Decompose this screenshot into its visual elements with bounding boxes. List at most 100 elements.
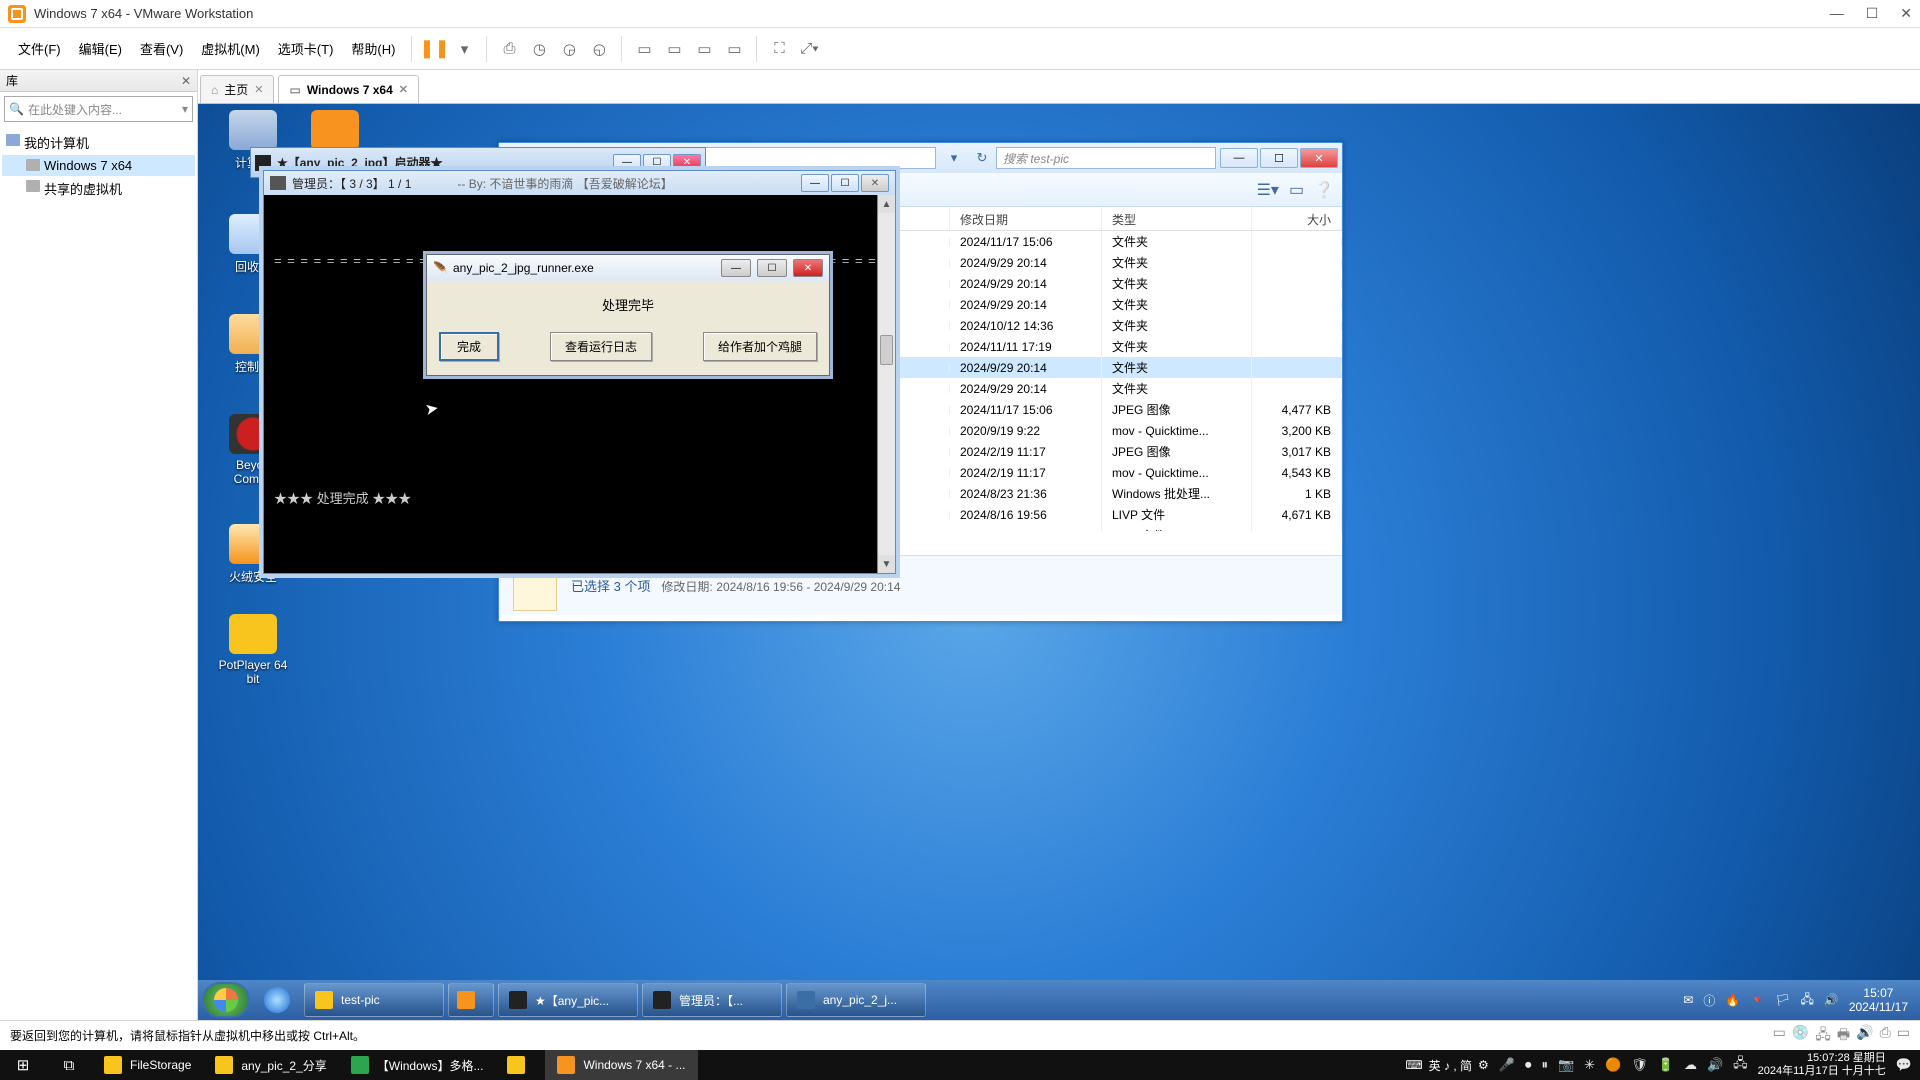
host-clock[interactable]: 15:07:28 星期日 2024年11月17日 十月十七 xyxy=(1758,1052,1886,1077)
console-maximize-button[interactable]: ☐ xyxy=(831,174,859,192)
taskbar-button[interactable]: ★【any_pic... xyxy=(498,983,638,1017)
explorer-search-input[interactable]: 搜索 test-pic xyxy=(996,147,1216,169)
refresh-icon[interactable]: ↻ xyxy=(968,147,996,169)
taskbar-button[interactable]: 管理员：【... xyxy=(642,983,782,1017)
tray-icon[interactable]: ✳ xyxy=(1584,1057,1595,1073)
host-taskbar-button[interactable]: any_pic_2_分享 xyxy=(203,1050,338,1080)
tray-volume-icon[interactable]: 🔊 xyxy=(1707,1057,1723,1073)
tray-icon[interactable]: ✉ xyxy=(1683,993,1693,1007)
host-taskbar-button[interactable]: Windows 7 x64 - ... xyxy=(545,1050,697,1080)
view-multi-icon[interactable]: ▭ xyxy=(660,35,688,63)
view-single-icon[interactable]: ▭ xyxy=(630,35,658,63)
host-start-button[interactable]: ⊞ xyxy=(0,1050,46,1080)
host-taskbar-button[interactable]: 【Windows】多格... xyxy=(339,1050,496,1080)
taskbar-button[interactable]: test-pic xyxy=(304,983,444,1017)
host-lang-indicator[interactable]: ⌨ 英 ♪ , 简 ⚙ xyxy=(1405,1057,1488,1074)
desktop-icon-potplayer[interactable]: PotPlayer 64 bit xyxy=(216,614,290,686)
pause-vm-icon[interactable]: ❚❚ xyxy=(420,35,448,63)
tray-icon[interactable]: 🏳 xyxy=(1775,993,1790,1007)
tray-icon[interactable]: 🔋 xyxy=(1658,1057,1674,1073)
help-icon[interactable]: ❔ xyxy=(1314,180,1334,200)
guest-systray[interactable]: ✉ ⓘ 🔥 🔻 🏳 🖧 🔊 15:07 2024/11/17 xyxy=(1675,986,1916,1015)
tab-vm-win7[interactable]: ▭Windows 7 x64✕ xyxy=(278,75,418,103)
vmware-close-button[interactable]: ✕ xyxy=(1900,5,1912,22)
tree-shared-vms[interactable]: 共享的虚拟机 xyxy=(2,176,195,201)
view-unity-icon[interactable]: ▭ xyxy=(690,35,718,63)
pinned-ie[interactable] xyxy=(254,983,300,1017)
device-icon[interactable]: 🖶 xyxy=(1837,1024,1850,1048)
close-tab-icon[interactable]: ✕ xyxy=(254,83,263,96)
console-close-button[interactable]: ✕ xyxy=(861,174,889,192)
tray-network-icon[interactable]: 🖧 xyxy=(1733,1054,1748,1076)
host-taskbar-button[interactable]: FileStorage xyxy=(92,1050,203,1080)
launcher-close-button[interactable]: ✕ xyxy=(673,154,701,172)
scroll-up-icon[interactable]: ▲ xyxy=(878,195,895,213)
device-icon[interactable]: ▭ xyxy=(1897,1024,1910,1048)
snapshot-revert-icon[interactable]: ◵ xyxy=(585,35,613,63)
dialog-done-button[interactable]: 完成 xyxy=(439,332,499,361)
device-icon[interactable]: 🖧 xyxy=(1815,1024,1831,1048)
close-tab-icon[interactable]: ✕ xyxy=(399,83,408,96)
start-button[interactable] xyxy=(202,982,250,1018)
address-dropdown-icon[interactable]: ▾ xyxy=(940,147,968,169)
vmware-maximize-button[interactable]: ☐ xyxy=(1866,5,1879,22)
dialog-maximize-button[interactable]: ☐ xyxy=(757,259,787,277)
device-icon[interactable]: 💿 xyxy=(1792,1024,1809,1048)
tray-icon[interactable]: ☁ xyxy=(1684,1057,1697,1073)
view-options-icon[interactable]: ☰▾ xyxy=(1257,180,1279,200)
menu-tabs[interactable]: 选项卡(T) xyxy=(270,35,342,62)
menu-edit[interactable]: 编辑(E) xyxy=(71,35,130,62)
explorer-minimize-button[interactable]: — xyxy=(1220,148,1258,168)
console-titlebar[interactable]: 管理员：【 3 / 3】 1 / 1 -- By: 不谙世事的雨滴 【吾爱破解论… xyxy=(264,171,895,195)
host-systray[interactable]: ⌨ 英 ♪ , 简 ⚙ 🎤 ⏺ ⏸ 📷 ✳ 🟠 🛡 🔋 ☁ 🔊 🖧 15:07:… xyxy=(1397,1052,1920,1077)
taskbar-button[interactable]: any_pic_2_j... xyxy=(786,983,926,1017)
tray-icon[interactable]: ⏺ xyxy=(1525,1057,1532,1073)
view-console-icon[interactable]: ▭ xyxy=(720,35,748,63)
tray-volume-icon[interactable]: 🔊 xyxy=(1824,993,1839,1007)
device-icon[interactable]: ▭ xyxy=(1773,1024,1786,1048)
launcher-minimize-button[interactable]: — xyxy=(613,154,641,172)
scroll-thumb[interactable] xyxy=(880,335,893,365)
tray-icon[interactable]: ⏸ xyxy=(1541,1057,1548,1073)
preview-pane-icon[interactable]: ▭ xyxy=(1289,180,1304,200)
col-type[interactable]: 类型 xyxy=(1102,207,1252,230)
tray-icon[interactable]: 🔻 xyxy=(1750,993,1765,1007)
device-icon[interactable]: 🔊 xyxy=(1856,1024,1873,1048)
launcher-maximize-button[interactable]: ☐ xyxy=(643,154,671,172)
host-taskbar[interactable]: ⊞ ⧉ FileStorageany_pic_2_分享【Windows】多格..… xyxy=(0,1050,1920,1080)
tray-network-icon[interactable]: 🖧 xyxy=(1800,990,1813,1011)
send-ctrlaltdel-icon[interactable]: ⎙ xyxy=(495,35,523,63)
menu-help[interactable]: 帮助(H) xyxy=(343,35,403,62)
tray-icon[interactable]: ⓘ xyxy=(1703,992,1715,1009)
guest-clock[interactable]: 15:07 2024/11/17 xyxy=(1849,986,1908,1015)
snapshot-manage-icon[interactable]: ◶ xyxy=(555,35,583,63)
explorer-close-button[interactable]: ✕ xyxy=(1300,148,1338,168)
tray-icon[interactable]: 🟠 xyxy=(1605,1057,1621,1073)
scroll-down-icon[interactable]: ▼ xyxy=(878,555,895,573)
col-date[interactable]: 修改日期 xyxy=(950,207,1102,230)
stretch-icon[interactable]: ⤢▾ xyxy=(795,35,823,63)
host-taskbar-button[interactable] xyxy=(495,1050,545,1080)
device-icon[interactable]: ⎙ xyxy=(1880,1024,1891,1048)
runner-dialog[interactable]: 🪶 any_pic_2_jpg_runner.exe — ☐ ✕ 处理完毕 完成… xyxy=(426,254,830,376)
tray-icon[interactable]: 🛡 xyxy=(1631,1057,1648,1073)
dialog-titlebar[interactable]: 🪶 any_pic_2_jpg_runner.exe — ☐ ✕ xyxy=(427,255,829,281)
dialog-close-button[interactable]: ✕ xyxy=(793,259,823,277)
menu-vm[interactable]: 虚拟机(M) xyxy=(193,35,268,62)
explorer-maximize-button[interactable]: ☐ xyxy=(1260,148,1298,168)
tray-icon[interactable]: 🎤 xyxy=(1499,1057,1515,1073)
tab-home[interactable]: ⌂主页✕ xyxy=(200,75,274,103)
tray-icon[interactable]: 🔥 xyxy=(1725,993,1740,1007)
fullscreen-icon[interactable]: ⛶ xyxy=(765,35,793,63)
host-taskview-button[interactable]: ⧉ xyxy=(46,1050,92,1080)
tray-notifications-icon[interactable]: 💬 xyxy=(1896,1057,1912,1073)
tree-my-computer[interactable]: 我的计算机 xyxy=(2,130,195,155)
snapshot-icon[interactable]: ◷ xyxy=(525,35,553,63)
dialog-minimize-button[interactable]: — xyxy=(721,259,751,277)
console-minimize-button[interactable]: — xyxy=(801,174,829,192)
guest-display[interactable]: 计算机 回收站 控制面 Beyon Compa 火绒安全 PotPlayer 6… xyxy=(198,104,1920,1020)
vmware-minimize-button[interactable]: — xyxy=(1830,5,1844,22)
vm-dropdown-icon[interactable]: ▾ xyxy=(450,35,478,63)
col-size[interactable]: 大小 xyxy=(1252,207,1342,230)
menu-view[interactable]: 查看(V) xyxy=(132,35,191,62)
